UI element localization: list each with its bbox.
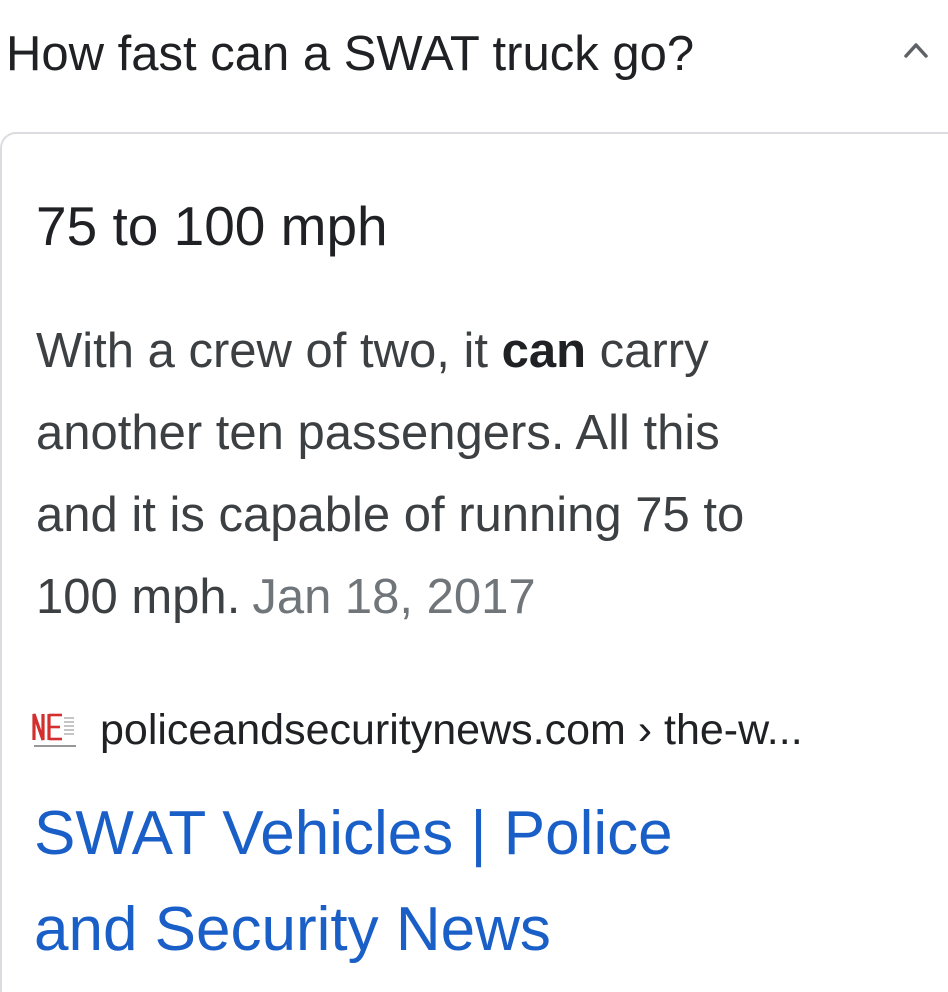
answer-snippet: With a crew of two, it can carry another… (36, 310, 916, 638)
answer-headline: 75 to 100 mph (36, 195, 388, 257)
source-link[interactable]: policeandsecuritynews.com › the-w... (32, 700, 932, 760)
site-logo-icon (32, 710, 78, 750)
snippet-line-3: and it is capable of running 75 to (36, 488, 745, 542)
question-text: How fast can a SWAT truck go? (6, 27, 695, 81)
result-title-link[interactable]: SWAT Vehicles | Police and Security News (34, 786, 934, 978)
source-url: policeandsecuritynews.com › the-w... (100, 706, 803, 754)
snippet-line-2: another ten passengers. All this (36, 406, 720, 460)
result-title-line-1: SWAT Vehicles | Police (34, 799, 673, 868)
snippet-text: 100 mph. (36, 570, 241, 624)
chevron-up-icon[interactable] (896, 30, 936, 70)
question-row[interactable]: How fast can a SWAT truck go? (0, 0, 948, 112)
snippet-date: Jan 18, 2017 (252, 570, 536, 624)
snippet-line-1: With a crew of two, it can carry (36, 310, 916, 392)
snippet-line-4: 100 mph. Jan 18, 2017 (36, 556, 916, 638)
result-title-line-2: and Security News (34, 895, 551, 964)
snippet-text: carry (586, 324, 709, 378)
snippet-text: With a crew of two, it (36, 324, 502, 378)
snippet-highlight: can (501, 324, 587, 378)
